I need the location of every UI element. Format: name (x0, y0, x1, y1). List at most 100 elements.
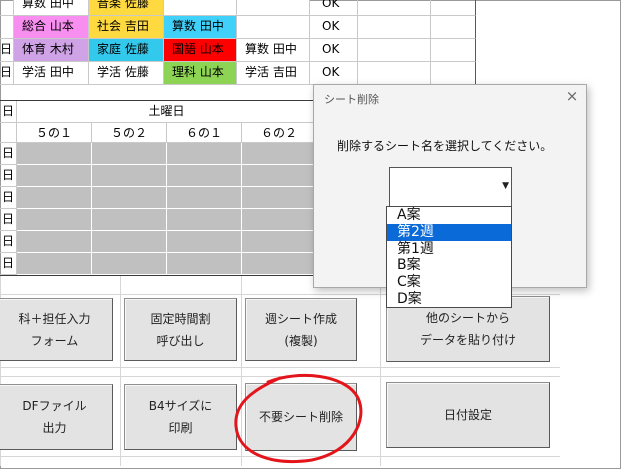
b4-print-line1: B4サイズに (148, 399, 213, 413)
schedule-row-label: 日 (0, 143, 17, 165)
timetable-cell[interactable]: 理科 山本 (164, 62, 237, 85)
timetable-cell[interactable]: 算数 田中 (14, 0, 89, 16)
schedule-cell[interactable] (167, 231, 242, 253)
timetable-cell[interactable] (237, 16, 310, 39)
blank-cell[interactable] (358, 39, 431, 62)
schedule-cell[interactable] (242, 253, 317, 275)
teacher-form-button[interactable]: 科＋担任入力 フォーム (0, 298, 113, 361)
dialog-prompt: 削除するシート名を選択してください。 (337, 139, 553, 153)
schedule-cell[interactable] (92, 143, 167, 165)
schedule-cell[interactable] (92, 209, 167, 231)
list-option[interactable]: 第2週 (387, 223, 511, 241)
b4-print-button[interactable]: B4サイズに 印刷 (124, 384, 237, 450)
ok-status: OK (310, 0, 358, 16)
timetable-cell[interactable]: 学活 田中 (14, 62, 89, 85)
ok-status: OK (310, 62, 358, 85)
subcolumn-header: ５の２ (92, 123, 167, 143)
list-option[interactable]: A案 (387, 207, 511, 224)
timetable-cell[interactable]: 算数 田中 (164, 16, 237, 39)
pdf-output-button[interactable]: DFファイル 出力 (0, 384, 113, 450)
check-cell[interactable] (431, 0, 476, 16)
timetable-cell[interactable]: 算数 田中 (237, 39, 310, 62)
schedule-cell[interactable] (92, 253, 167, 275)
schedule-corner-lower (0, 123, 17, 143)
grid-line-v (380, 276, 381, 466)
schedule-cell[interactable] (17, 253, 92, 275)
blank-cell[interactable] (358, 62, 431, 85)
schedule-cell[interactable] (92, 165, 167, 187)
sheet-listbox: A案 第2週 第1週 B案 C案 D案 (386, 206, 512, 308)
grid-line-v (120, 276, 121, 466)
close-icon[interactable]: × (562, 87, 582, 105)
timetable-cell[interactable]: 家庭 佐藤 (89, 39, 164, 62)
list-option[interactable]: 第1週 (387, 241, 511, 258)
check-cell[interactable] (431, 39, 476, 62)
schedule-cell[interactable] (167, 143, 242, 165)
dialog-title: シート削除 (324, 93, 379, 106)
row-label (0, 0, 14, 16)
schedule-cell[interactable] (17, 187, 92, 209)
schedule-cell[interactable] (242, 209, 317, 231)
paste-data-line2: データを貼り付け (419, 333, 516, 347)
schedule-cell[interactable] (242, 143, 317, 165)
timetable-cell[interactable]: 音楽 佐藤 (89, 0, 164, 16)
schedule-cell[interactable] (167, 187, 242, 209)
check-cell[interactable] (431, 16, 476, 39)
schedule-cell[interactable] (242, 165, 317, 187)
list-option[interactable]: B案 (387, 257, 511, 274)
timetable-cell[interactable]: 国語 山本 (164, 39, 237, 62)
timetable-cell[interactable] (237, 0, 310, 16)
fixed-timetable-line2: 呼び出し (156, 333, 205, 348)
schedule-row-label: 日 (0, 231, 17, 253)
schedule-table: 日 土曜日 ５の１ ５の２ ６の１ ６の２ 日日日日日日 (0, 100, 317, 276)
week-sheet-line2: (複製) (284, 333, 318, 348)
timetable-cell[interactable]: 学活 佐藤 (89, 62, 164, 85)
pdf-output-line2: 出力 (42, 421, 67, 435)
row-label (0, 16, 14, 39)
ok-status: OK (310, 39, 358, 62)
timetable-cell[interactable] (164, 0, 237, 16)
schedule-row-label: 日 (0, 165, 17, 187)
schedule-cell[interactable] (242, 231, 317, 253)
schedule-cell[interactable] (17, 143, 92, 165)
sheet-combobox[interactable]: ▼ (389, 167, 512, 207)
schedule-cell[interactable] (92, 187, 167, 209)
pdf-output-line1: DFファイル (22, 399, 87, 413)
timetable-cell[interactable]: 社会 吉田 (89, 16, 164, 39)
fixed-timetable-button[interactable]: 固定時間割 呼び出し (124, 298, 237, 361)
subcolumn-header: ５の１ (17, 123, 92, 143)
blank-cell[interactable] (358, 16, 431, 39)
schedule-cell[interactable] (167, 253, 242, 275)
subcolumn-header: ６の１ (167, 123, 242, 143)
schedule-row-label: 日 (0, 253, 17, 275)
schedule-cell[interactable] (92, 231, 167, 253)
schedule-corner: 日 (0, 101, 17, 123)
ok-status: OK (310, 16, 358, 39)
list-option[interactable]: C案 (387, 274, 511, 291)
schedule-cell[interactable] (242, 187, 317, 209)
list-option[interactable]: D案 (387, 291, 511, 308)
subcolumn-header: ６の２ (242, 123, 317, 143)
timetable-cell[interactable]: 体育 木村 (14, 39, 89, 62)
schedule-cell[interactable] (17, 209, 92, 231)
date-setting-button[interactable]: 日付設定 (386, 382, 550, 448)
week-sheet-button[interactable]: 週シート作成 (複製) (245, 298, 357, 361)
check-cell[interactable] (431, 62, 476, 85)
row-label: 日 (0, 39, 14, 62)
teacher-form-line2: フォーム (30, 333, 79, 348)
b4-print-line2: 印刷 (168, 421, 193, 435)
schedule-cell[interactable] (17, 165, 92, 187)
week-sheet-line1: 週シート作成 (264, 311, 337, 326)
day-header: 土曜日 (17, 101, 317, 123)
date-setting-label: 日付設定 (443, 408, 492, 422)
blank-cell[interactable] (358, 0, 431, 16)
schedule-cell[interactable] (167, 165, 242, 187)
timetable-cell[interactable]: 総合 山本 (14, 16, 89, 39)
schedule-row-label: 日 (0, 187, 17, 209)
schedule-cell[interactable] (167, 209, 242, 231)
dropdown-arrow-icon[interactable]: ▼ (502, 181, 509, 191)
schedule-cell[interactable] (17, 231, 92, 253)
timetable-cell[interactable]: 学活 吉田 (237, 62, 310, 85)
paste-data-line1: 他のシートから (425, 311, 510, 325)
fixed-timetable-line1: 固定時間割 (150, 311, 211, 326)
